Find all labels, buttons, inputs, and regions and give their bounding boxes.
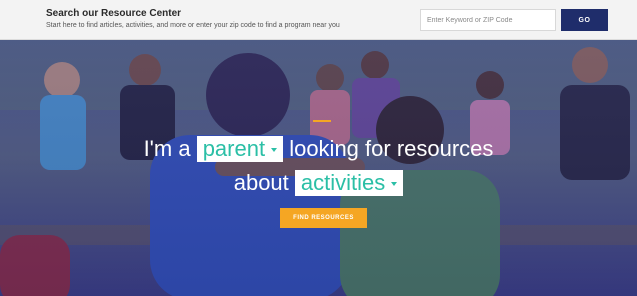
chevron-down-icon xyxy=(271,148,278,153)
topic-select-value: activities xyxy=(300,170,386,196)
topic-select[interactable]: activities xyxy=(294,170,404,197)
headline-about: about xyxy=(233,170,289,196)
search-subtitle: Start here to find articles, activities,… xyxy=(46,22,340,29)
search-title: Search our Resource Center xyxy=(46,8,182,19)
search-input[interactable] xyxy=(420,9,556,31)
accent-divider xyxy=(313,120,331,122)
resource-search-bar: Search our Resource Center Start here to… xyxy=(0,0,637,40)
hero-banner: I'm a parent looking for resources about… xyxy=(0,40,637,296)
headline-line-2: about activities xyxy=(0,169,637,197)
role-select[interactable]: parent xyxy=(196,136,284,163)
find-resources-button[interactable]: FIND RESOURCES xyxy=(280,208,367,228)
headline-middle: looking for resources xyxy=(289,136,494,162)
headline-prefix: I'm a xyxy=(143,136,191,162)
page: Search our Resource Center Start here to… xyxy=(0,0,637,296)
chevron-down-icon xyxy=(391,182,398,187)
headline-line-1: I'm a parent looking for resources xyxy=(0,135,637,163)
hero-overlay xyxy=(0,40,637,296)
go-button[interactable]: GO xyxy=(561,9,608,31)
role-select-value: parent xyxy=(202,136,266,162)
